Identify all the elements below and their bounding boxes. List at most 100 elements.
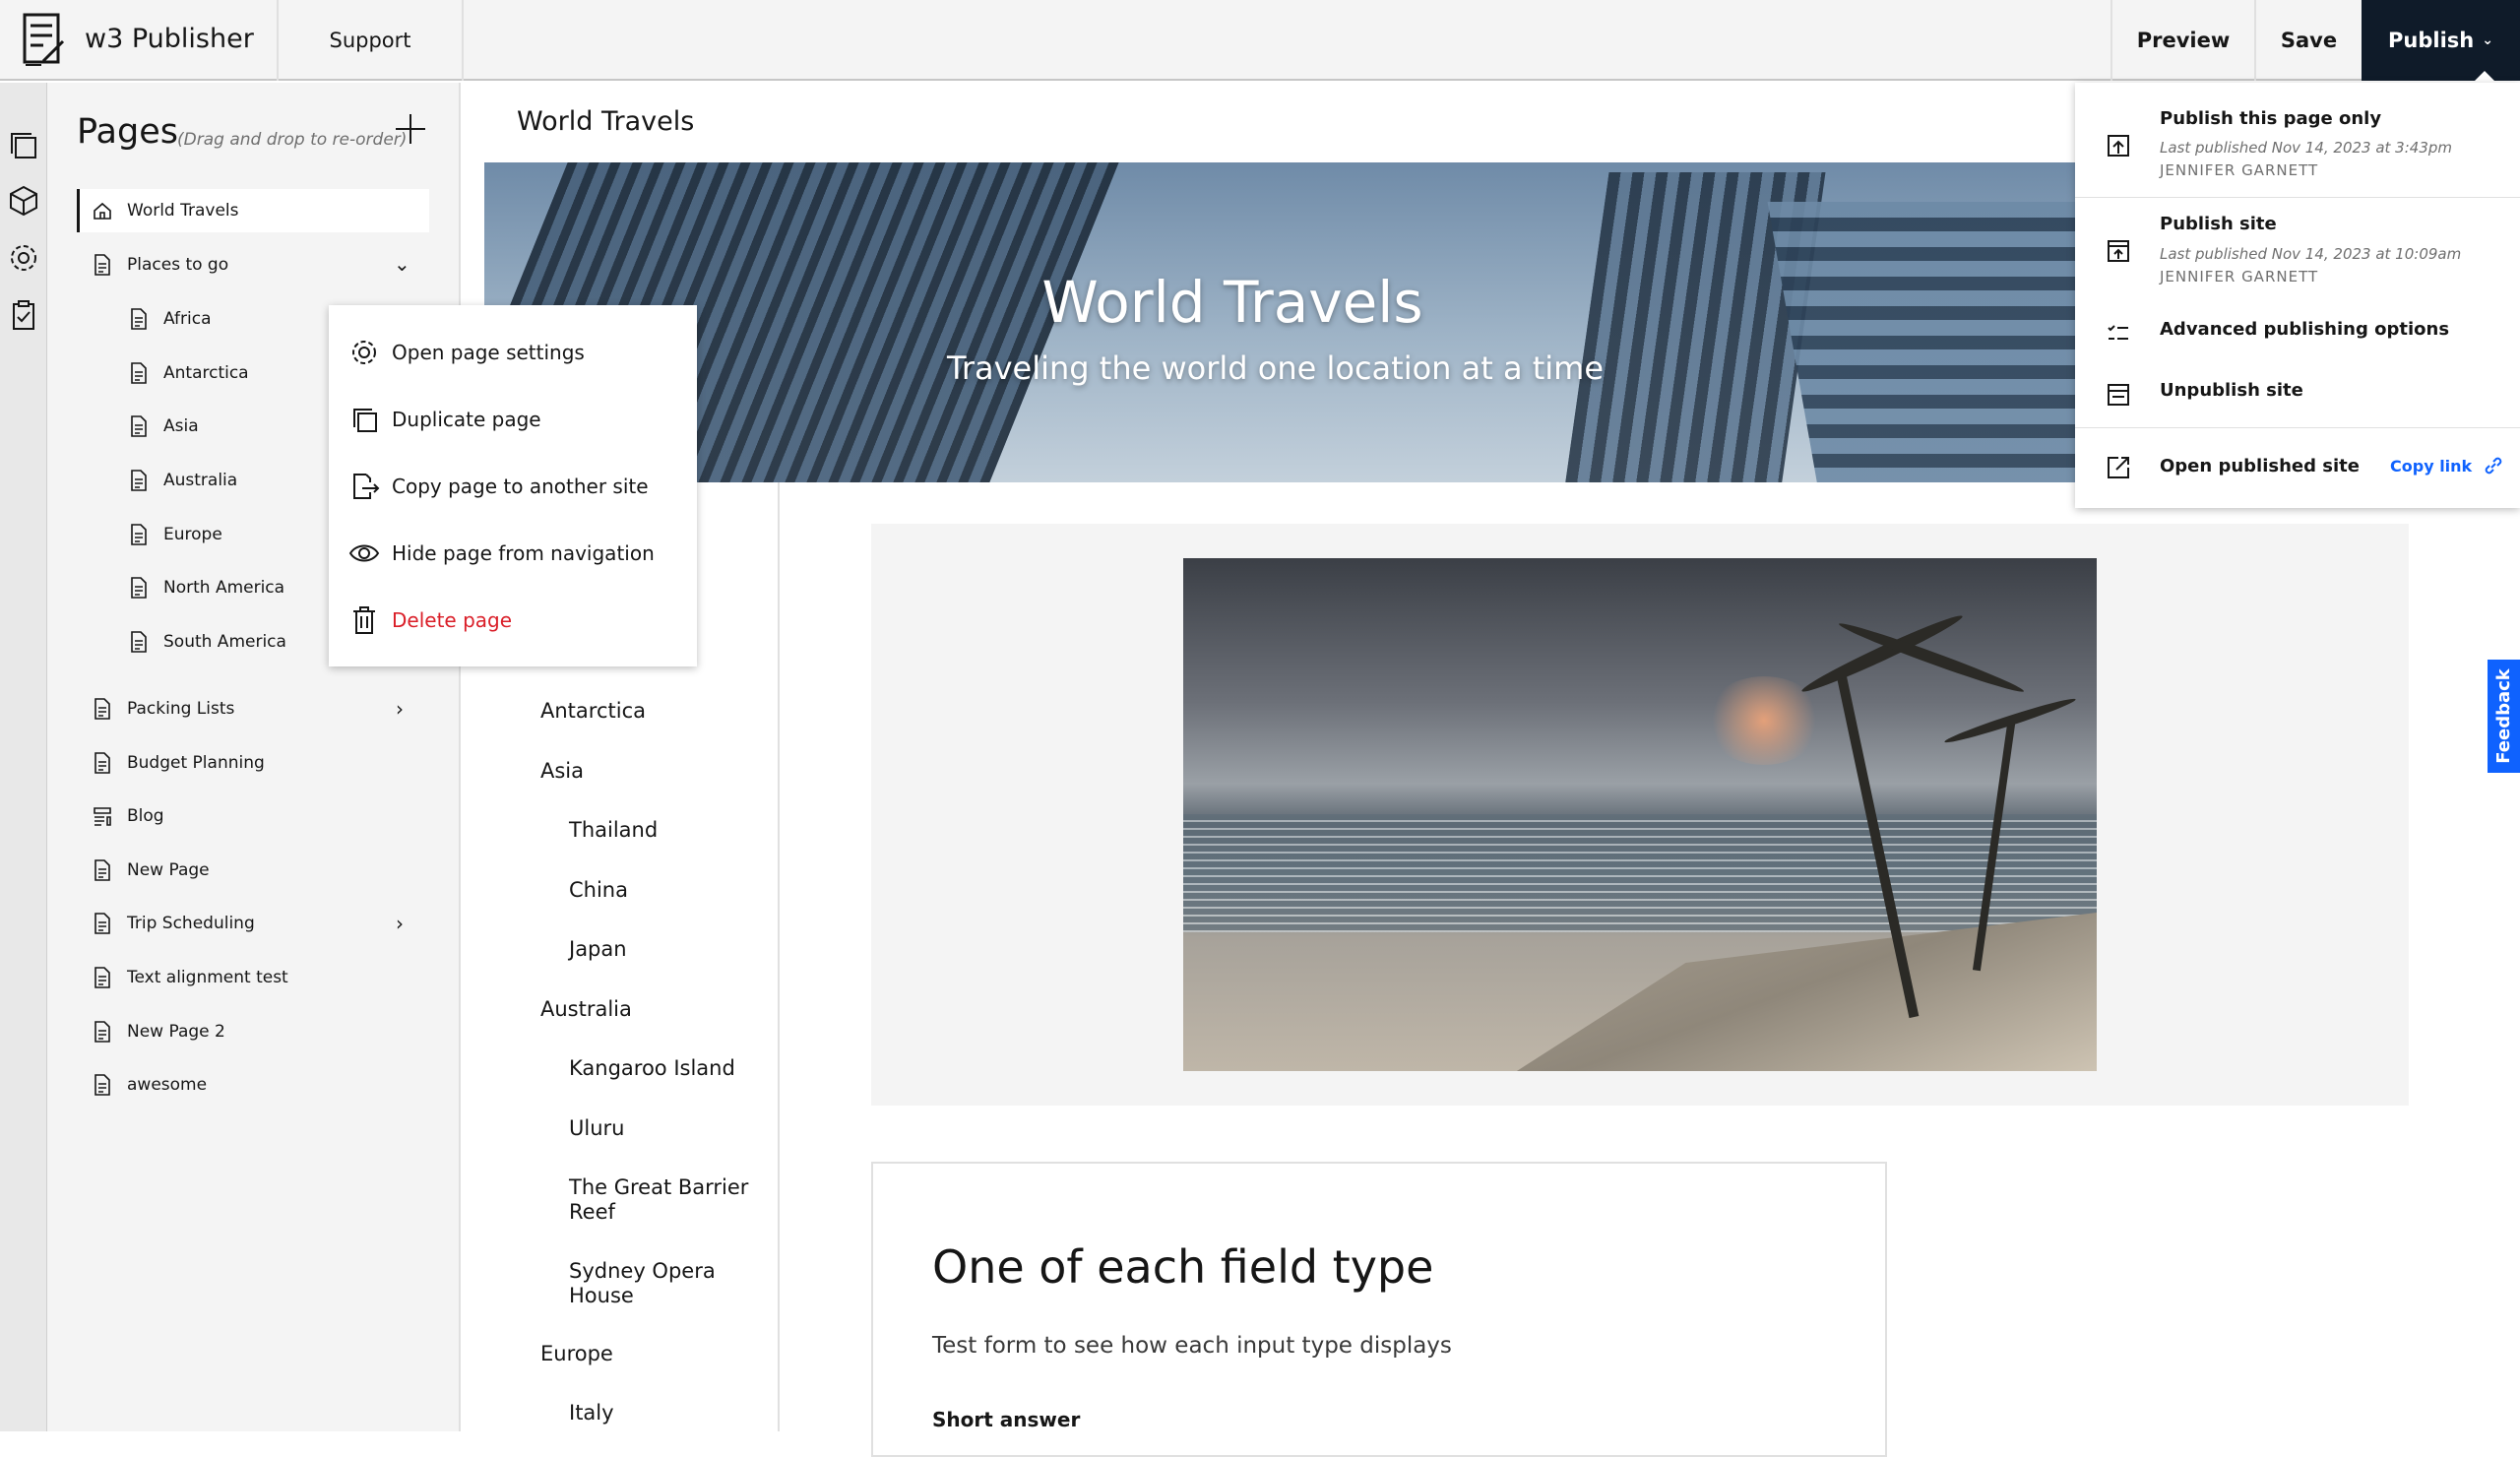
publish-page-author: JENNIFER GARNETT	[2160, 161, 2319, 179]
open-published-site-label[interactable]: Open published site	[2160, 456, 2360, 476]
document-icon	[131, 308, 147, 330]
publish-site-icon	[2108, 240, 2129, 262]
page-item-label: Antarctica	[163, 363, 249, 383]
page-item-blog[interactable]: Blog	[92, 794, 164, 838]
menu-item-label: Open page settings	[392, 341, 585, 364]
form-title: One of each field type	[932, 1240, 1434, 1294]
document-icon	[94, 254, 110, 276]
nav-link-kangaroo-island[interactable]: Kangaroo Island	[569, 1056, 735, 1081]
document-icon	[131, 415, 147, 437]
page-item-new-page-2[interactable]: New Page 2	[92, 1010, 225, 1053]
gear-icon	[352, 341, 376, 364]
nav-link-antarctica[interactable]: Antarctica	[540, 699, 646, 724]
clipboard-check-icon[interactable]	[4, 295, 43, 335]
document-icon	[131, 470, 147, 491]
publish-page-only-option[interactable]: Publish this page only Last published No…	[2075, 83, 2520, 197]
page-item-label: World Travels	[127, 201, 239, 221]
beach-palm-image[interactable]	[1183, 558, 2097, 1071]
menu-item-label: Copy page to another site	[392, 475, 649, 498]
page-item-label: Packing Lists	[127, 699, 235, 719]
menu-item-label: Hide page from navigation	[392, 541, 655, 565]
link-icon	[2485, 457, 2502, 475]
left-rail	[0, 83, 47, 1431]
page-item-budget-planning[interactable]: Budget Planning	[92, 741, 265, 785]
export-icon	[353, 474, 380, 499]
publish-site-option[interactable]: Publish site Last published Nov 14, 2023…	[2075, 198, 2520, 304]
preview-button[interactable]: Preview	[2112, 0, 2254, 81]
menu-item-hide-from-navigation[interactable]: Hide page from navigation	[348, 532, 655, 575]
hero-banner[interactable]: World Travels Traveling the world one lo…	[484, 162, 2077, 482]
copy-link-button[interactable]: Copy link	[2390, 454, 2505, 477]
publish-dropdown: Publish this page only Last published No…	[2075, 83, 2520, 508]
nav-link-sydney-opera-house[interactable]: Sydney Opera House	[569, 1259, 736, 1308]
support-link[interactable]: Support	[279, 0, 462, 81]
publish-site-author: JENNIFER GARNETT	[2160, 268, 2319, 285]
menu-item-label: Delete page	[392, 608, 513, 632]
document-icon	[94, 1074, 110, 1096]
sea-waves	[1183, 814, 2097, 932]
page-item-north-america[interactable]: North America	[128, 566, 284, 609]
page-item-label: North America	[163, 578, 285, 598]
document-icon	[131, 524, 147, 545]
form-card: One of each field type Test form to see …	[871, 1162, 1887, 1457]
menu-item-delete-page[interactable]: Delete page	[348, 599, 512, 642]
page-item-world-travels[interactable]: World Travels	[77, 189, 429, 232]
copy-link-label: Copy link	[2390, 456, 2473, 475]
feedback-label: Feedback	[2493, 668, 2515, 764]
menu-item-label: Duplicate page	[392, 408, 541, 431]
advanced-publishing-text[interactable]: Advanced publishing options	[2160, 319, 2449, 340]
unpublish-site-label[interactable]: Unpublish site	[2160, 380, 2303, 401]
home-icon	[94, 202, 111, 220]
menu-item-open-page-settings[interactable]: Open page settings	[348, 331, 585, 374]
eye-icon	[348, 544, 380, 562]
components-cube-icon[interactable]	[4, 181, 43, 221]
page-item-africa[interactable]: Africa	[128, 297, 212, 341]
app-title[interactable]: w3 Publisher	[85, 24, 254, 54]
page-context-menu: Open page settings Duplicate page Copy p…	[329, 305, 697, 666]
launch-icon	[2108, 457, 2129, 478]
feedback-tab[interactable]: Feedback	[2488, 660, 2520, 773]
page-item-text-alignment-test[interactable]: Text alignment test	[92, 956, 288, 999]
nav-link-asia[interactable]: Asia	[540, 759, 584, 784]
divider	[462, 0, 464, 81]
page-item-antarctica[interactable]: Antarctica	[128, 351, 249, 395]
publish-page-label: Publish this page only	[2160, 108, 2382, 129]
page-item-australia[interactable]: Australia	[128, 459, 237, 502]
menu-item-copy-to-another-site[interactable]: Copy page to another site	[348, 465, 649, 508]
nav-link-thailand[interactable]: Thailand	[569, 818, 658, 843]
publish-button[interactable]: Publish ⌄	[2362, 0, 2520, 81]
chevron-down-icon[interactable]: ⌄	[394, 252, 417, 276]
nav-link-great-barrier-reef[interactable]: The Great Barrier Reef	[569, 1175, 756, 1225]
nav-link-australia[interactable]: Australia	[540, 997, 632, 1022]
settings-gear-icon[interactable]	[4, 238, 43, 278]
nav-link-italy[interactable]: Italy	[569, 1401, 614, 1425]
chevron-right-icon[interactable]: ›	[396, 697, 419, 721]
nav-link-uluru[interactable]: Uluru	[569, 1116, 624, 1141]
publisher-logo-icon[interactable]	[22, 12, 67, 69]
page-item-label: Budget Planning	[127, 753, 265, 773]
unpublish-icon	[2108, 384, 2129, 406]
page-item-new-page[interactable]: New Page	[92, 849, 210, 892]
publish-site-label: Publish site	[2160, 214, 2277, 234]
publish-page-icon	[2108, 135, 2129, 157]
pages-icon[interactable]	[4, 126, 43, 165]
page-item-trip-scheduling[interactable]: Trip Scheduling	[92, 902, 255, 945]
document-icon	[94, 698, 110, 720]
page-item-label: Places to go	[127, 255, 229, 275]
dropdown-caret	[2473, 71, 2496, 83]
chevron-right-icon[interactable]: ›	[396, 912, 419, 935]
nav-link-china[interactable]: China	[569, 878, 628, 903]
page-item-asia[interactable]: Asia	[128, 405, 199, 448]
document-icon	[131, 362, 147, 384]
page-item-awesome[interactable]: awesome	[92, 1063, 207, 1107]
page-item-south-america[interactable]: South America	[128, 620, 286, 664]
publish-button-label: Publish	[2388, 29, 2475, 52]
menu-item-duplicate-page[interactable]: Duplicate page	[348, 398, 541, 441]
save-button[interactable]: Save	[2256, 0, 2362, 81]
nav-link-europe[interactable]: Europe	[540, 1342, 613, 1366]
page-item-europe[interactable]: Europe	[128, 513, 222, 556]
add-page-plus-icon[interactable]	[394, 112, 427, 146]
page-item-places-to-go[interactable]: Places to go	[92, 243, 228, 286]
page-item-packing-lists[interactable]: Packing Lists	[92, 687, 234, 730]
nav-link-japan[interactable]: Japan	[569, 937, 627, 962]
